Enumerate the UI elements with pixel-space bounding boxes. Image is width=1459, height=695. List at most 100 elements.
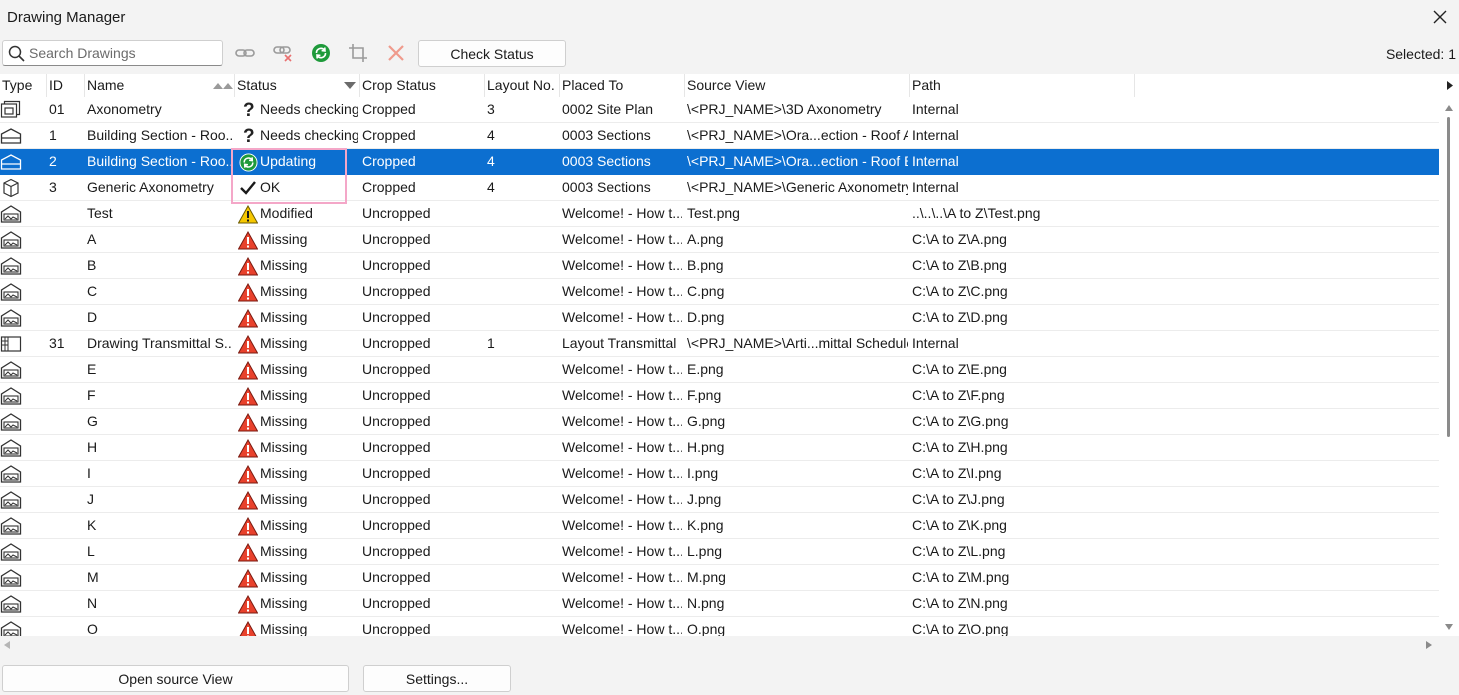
update-button[interactable] <box>309 41 333 65</box>
table-row[interactable]: I Uncropped Welcome! - How t... I.png C:\A t… <box>0 461 1439 487</box>
cell-source: \<PRJ_NAME>\Arti...mittal Schedule <box>687 335 908 351</box>
status-text: Missing <box>260 231 308 247</box>
scroll-up-arrow-icon[interactable] <box>1445 105 1453 111</box>
col-header-source-view[interactable]: Source View <box>685 74 910 97</box>
check-status-button[interactable]: Check Status <box>418 40 566 67</box>
vertical-scroll-thumb[interactable] <box>1447 117 1450 437</box>
open-source-view-button[interactable]: Open source View <box>2 665 349 692</box>
cell-status: Missing <box>236 279 358 304</box>
cell-status: Missing <box>236 565 358 590</box>
scroll-right-arrow-icon[interactable] <box>1426 641 1432 649</box>
image-icon <box>0 620 22 636</box>
missing-icon <box>238 620 258 636</box>
col-header-status[interactable]: Status <box>235 74 360 97</box>
col-header-placed-to[interactable]: Placed To <box>560 74 685 97</box>
table-row[interactable]: F Uncropped Welcome! - How t... F.png C:\A t… <box>0 383 1439 409</box>
cell-layout: 4 <box>487 179 495 195</box>
table-row[interactable]: A Uncropped Welcome! - How t... A.png C:\A t… <box>0 227 1439 253</box>
cell-path: C:\A to Z\N.png <box>912 595 1008 611</box>
table-row[interactable]: K Uncropped Welcome! - How t... K.png C:\A t… <box>0 513 1439 539</box>
cell-source: H.png <box>687 439 725 455</box>
cell-id: 2 <box>49 153 57 169</box>
delete-button[interactable] <box>384 41 408 65</box>
cell-placed: Welcome! - How t... <box>562 257 682 273</box>
table-row[interactable]: Test Uncropped Welcome! - How t... Test.png… <box>0 201 1439 227</box>
cell-crop: Cropped <box>362 179 416 195</box>
cell-placed: 0003 Sections <box>562 153 651 169</box>
search-box[interactable] <box>2 40 223 66</box>
unlink-icon <box>273 46 292 62</box>
svg-text:?: ? <box>243 100 255 120</box>
col-header-layout-no[interactable]: Layout No. <box>485 74 560 97</box>
window-title: Drawing Manager <box>7 9 126 26</box>
crop-button[interactable] <box>346 41 370 65</box>
image-icon <box>0 516 22 536</box>
image-icon <box>0 490 22 510</box>
cell-crop: Uncropped <box>362 231 431 247</box>
cell-placed: 0003 Sections <box>562 127 651 143</box>
cell-crop: Uncropped <box>362 517 431 533</box>
unlink-button[interactable] <box>271 41 295 65</box>
cell-layout <box>487 409 557 434</box>
cell-crop: Uncropped <box>362 309 431 325</box>
table-row[interactable]: B Uncropped Welcome! - How t... B.png C:\A t… <box>0 253 1439 279</box>
cell-id <box>49 279 83 304</box>
cell-source: L.png <box>687 543 723 559</box>
search-input[interactable] <box>29 44 217 62</box>
cell-id <box>49 253 83 278</box>
link-icon <box>235 49 255 57</box>
status-text: OK <box>260 179 281 195</box>
cell-status: Missing <box>236 435 358 460</box>
horizontal-scrollbar[interactable] <box>0 636 1439 654</box>
table-row[interactable]: G Uncropped Welcome! - How t... G.png C:\A t… <box>0 409 1439 435</box>
table-row[interactable]: 3 Generic Axonometry Cropped 4 0003 Sections… <box>0 175 1439 201</box>
image-icon <box>0 204 22 224</box>
table-row[interactable]: L Uncropped Welcome! - How t... L.png C:\A t… <box>0 539 1439 565</box>
close-button[interactable] <box>1427 4 1453 30</box>
cell-crop: Uncropped <box>362 439 431 455</box>
cell-path: C:\A to Z\M.png <box>912 569 1010 585</box>
cell-source: D.png <box>687 309 725 325</box>
col-header-path[interactable]: Path <box>910 74 1135 97</box>
filter-dropdown-icon[interactable] <box>344 82 356 90</box>
table-row[interactable]: 01 Axonometry Cropped 3 0002 Site Plan \<PRJ_… <box>0 97 1439 123</box>
cell-layout <box>487 513 557 538</box>
col-header-id[interactable]: ID <box>47 74 85 97</box>
table-row[interactable]: H Uncropped Welcome! - How t... H.png C:\A t… <box>0 435 1439 461</box>
section-icon <box>0 152 22 172</box>
table-row[interactable]: 2 Building Section - Roo... Cropped 4 0003 S… <box>0 149 1439 175</box>
cell-layout: 1 <box>487 335 495 351</box>
col-header-type[interactable]: Type <box>0 74 47 97</box>
table-row[interactable]: 1 Building Section - Roo... Cropped 4 0003 S… <box>0 123 1439 149</box>
scroll-down-arrow-icon[interactable] <box>1445 624 1453 630</box>
cell-name: G <box>87 413 98 429</box>
table-row[interactable]: 31 Drawing Transmittal S... Uncropped 1 Layo… <box>0 331 1439 357</box>
cell-id <box>49 539 83 564</box>
missing-icon <box>238 438 258 458</box>
missing-icon <box>238 308 258 328</box>
table-row[interactable]: J Uncropped Welcome! - How t... J.png C:\A t… <box>0 487 1439 513</box>
image-icon <box>0 282 22 302</box>
col-header-crop-status[interactable]: Crop Status <box>360 74 485 97</box>
table-row[interactable]: C Uncropped Welcome! - How t... C.png C:\A t… <box>0 279 1439 305</box>
image-icon <box>0 568 22 588</box>
cell-path: Internal <box>912 179 959 195</box>
scroll-left-arrow-icon[interactable] <box>4 641 10 649</box>
cell-crop: Uncropped <box>362 595 431 611</box>
settings-button[interactable]: Settings... <box>363 665 511 692</box>
scroll-right-arrow-icon[interactable] <box>1447 81 1453 90</box>
table-row[interactable]: E Uncropped Welcome! - How t... E.png C:\A t… <box>0 357 1439 383</box>
table-row[interactable]: N Uncropped Welcome! - How t... N.png C:\A t… <box>0 591 1439 617</box>
cell-path: C:\A to Z\L.png <box>912 543 1006 559</box>
link-button[interactable] <box>233 41 257 65</box>
cell-crop: Cropped <box>362 127 416 143</box>
cell-name: O <box>87 621 98 636</box>
drawings-table: Type ID Name Status Crop Status Layout N… <box>0 74 1459 636</box>
col-header-name[interactable]: Name <box>85 74 235 97</box>
schedule-icon <box>0 334 22 354</box>
table-row[interactable]: O Uncropped Welcome! - How t... O.png C:\A t… <box>0 617 1439 636</box>
cell-status: Missing <box>236 513 358 538</box>
table-row[interactable]: D Uncropped Welcome! - How t... D.png C:\A t… <box>0 305 1439 331</box>
table-row[interactable]: M Uncropped Welcome! - How t... M.png C:\A t… <box>0 565 1439 591</box>
cell-name: Building Section - Roo... <box>87 153 232 169</box>
